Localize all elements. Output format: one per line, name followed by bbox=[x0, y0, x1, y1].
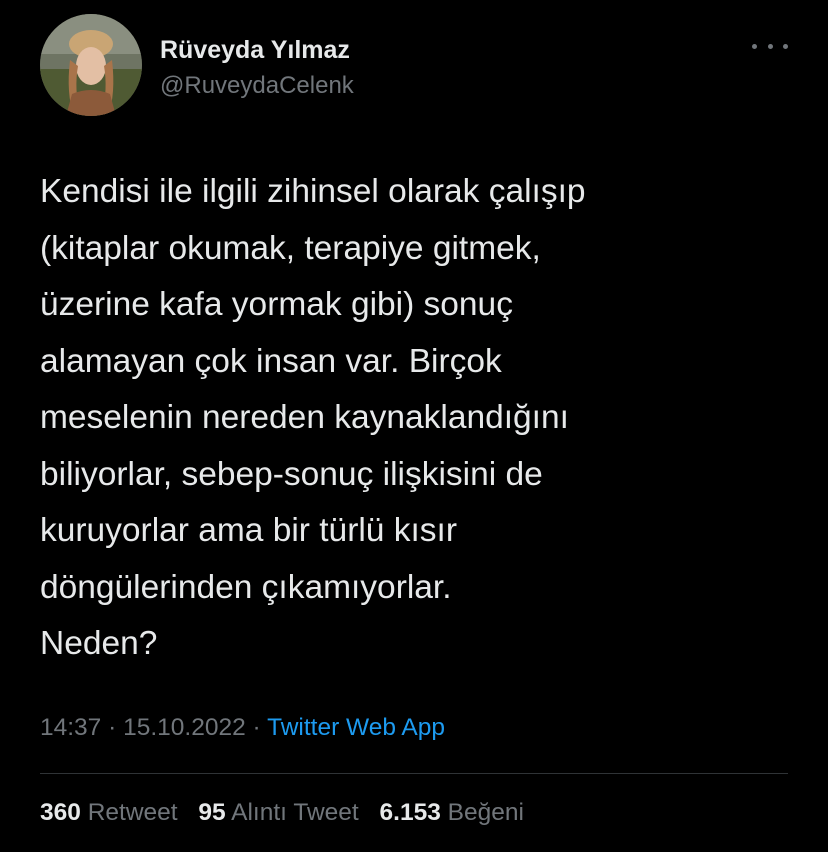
meta-separator: · bbox=[252, 714, 261, 741]
quotes-label: Alıntı Tweet bbox=[231, 799, 359, 826]
tweet-source-link[interactable]: Twitter Web App bbox=[267, 714, 445, 741]
more-dot bbox=[752, 43, 757, 49]
tweet-text-line: Neden? bbox=[40, 625, 158, 662]
likes-count: 6.153 bbox=[379, 799, 441, 826]
more-dot bbox=[783, 43, 788, 49]
tweet-text-line: kuruyorlar ama bir türlü kısır bbox=[40, 512, 457, 549]
tweet-text-line: alamayan çok insan var. Birçok bbox=[40, 342, 502, 380]
profile-photo bbox=[40, 14, 142, 116]
quotes-count: 95 bbox=[198, 799, 226, 826]
tweet-text-line: Kendisi ile ilgili zihinsel olarak çalış… bbox=[40, 173, 586, 210]
tweet-meta: 14:37 · 15.10.2022 · Twitter Web App bbox=[40, 714, 445, 742]
quotes-stat[interactable]: 95 Alıntı Tweet bbox=[198, 799, 365, 826]
tweet-text: Kendisi ile ilgili zihinsel olarak çalış… bbox=[40, 164, 800, 673]
more-dot bbox=[767, 43, 773, 49]
tweet-text-line: biliyorlar, sebep-sonuç ilişkisini de bbox=[40, 455, 543, 493]
tweet-time[interactable]: 14:37 bbox=[40, 714, 101, 741]
tweet-date[interactable]: 15.10.2022 bbox=[123, 714, 246, 741]
avatar[interactable] bbox=[40, 14, 142, 116]
engagement-stats: 360 Retweet 95 Alıntı Tweet 6.153 Beğeni bbox=[40, 799, 538, 827]
divider bbox=[40, 773, 788, 774]
tweet-text-line: üzerine kafa yormak gibi) sonuç bbox=[40, 286, 513, 323]
likes-label: Beğeni bbox=[447, 799, 524, 826]
tweet-text-line: (kitaplar okumak, terapiye gitmek, bbox=[40, 229, 541, 267]
tweet-text-line: meselenin nereden kaynaklandığını bbox=[40, 399, 569, 436]
retweets-label: Retweet bbox=[87, 799, 178, 826]
likes-stat[interactable]: 6.153 Beğeni bbox=[380, 799, 524, 826]
more-horizontal-icon[interactable] bbox=[752, 36, 788, 56]
author-handle[interactable]: @RuveydaCelenk bbox=[160, 72, 354, 100]
tweet-detail: Rüveyda Yılmaz @RuveydaCelenk Kendisi il… bbox=[0, 0, 828, 852]
meta-separator: · bbox=[108, 714, 117, 741]
retweets-stat[interactable]: 360 Retweet bbox=[40, 799, 184, 826]
author-name[interactable]: Rüveyda Yılmaz bbox=[160, 36, 350, 65]
retweets-count: 360 bbox=[40, 799, 81, 826]
tweet-text-line: döngülerinden çıkamıyorlar. bbox=[40, 568, 452, 606]
